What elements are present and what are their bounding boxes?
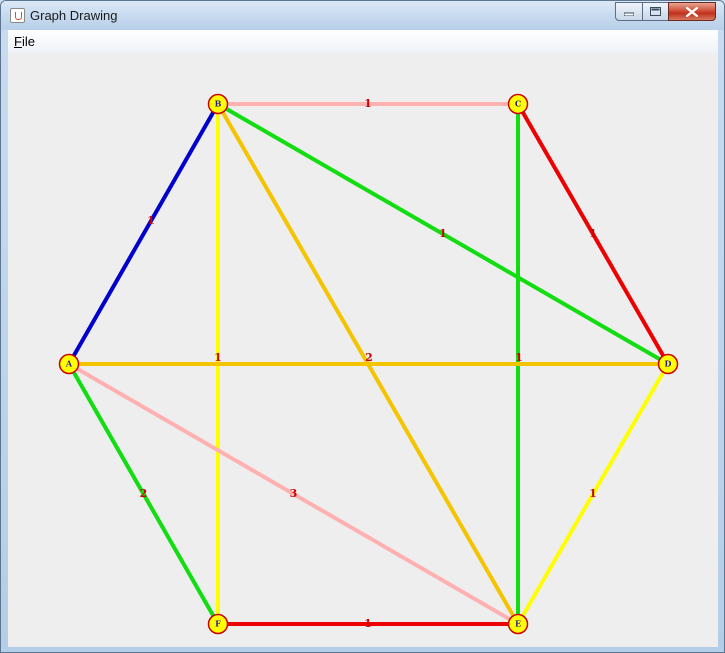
node-f[interactable]: F bbox=[207, 613, 229, 635]
node-a[interactable]: A bbox=[58, 353, 80, 375]
node-label: D bbox=[665, 359, 672, 369]
menu-bar: File bbox=[8, 30, 718, 54]
node-label: E bbox=[515, 619, 521, 629]
app-window: Graph Drawing File 1 1 1 1 2 3 1 1 1 2 1 A B C D E F bbox=[0, 0, 725, 653]
edge-weight-a-e: 3 bbox=[290, 487, 298, 500]
node-label: F bbox=[215, 619, 221, 629]
edge-weight-a-f: 2 bbox=[140, 487, 148, 500]
minimize-icon bbox=[624, 12, 634, 16]
maximize-icon bbox=[650, 7, 661, 16]
menu-file-mnemonic: F bbox=[14, 34, 22, 49]
minimize-button[interactable] bbox=[615, 2, 643, 21]
menu-file[interactable]: File bbox=[14, 34, 35, 49]
graph-svg: 1 1 1 1 2 3 1 1 1 2 1 A B C D E F bbox=[58, 93, 679, 635]
close-icon bbox=[686, 6, 698, 17]
title-bar[interactable]: Graph Drawing bbox=[1, 1, 724, 30]
window-title: Graph Drawing bbox=[30, 8, 118, 23]
node-label: C bbox=[515, 99, 521, 109]
edge-a-b bbox=[67, 103, 220, 365]
node-label: A bbox=[65, 359, 73, 369]
java-cup-icon bbox=[10, 8, 25, 23]
edge-weight-b-c: 1 bbox=[364, 97, 372, 110]
menu-file-label-rest: ile bbox=[21, 34, 35, 49]
close-button[interactable] bbox=[668, 2, 716, 21]
graph-canvas: 1 1 1 1 2 3 1 1 1 2 1 A B C D E F bbox=[8, 53, 718, 647]
edge-weight-c-d: 1 bbox=[589, 227, 597, 240]
edge-weight-center-2: 2 bbox=[365, 351, 373, 364]
edge-weight-f-e: 1 bbox=[364, 617, 372, 630]
edge-weight-center-3: 1 bbox=[515, 351, 523, 364]
edge-weight-center-1: 1 bbox=[214, 351, 222, 364]
edge-layer bbox=[67, 102, 670, 626]
maximize-button[interactable] bbox=[642, 2, 669, 21]
edge-weight-a-b: 1 bbox=[147, 214, 155, 227]
edge-weight-b-d: 1 bbox=[439, 227, 447, 240]
node-e[interactable]: E bbox=[507, 613, 529, 635]
node-b[interactable]: B bbox=[207, 93, 229, 115]
node-label: B bbox=[215, 99, 222, 109]
node-d[interactable]: D bbox=[657, 353, 679, 375]
node-c[interactable]: C bbox=[507, 93, 529, 115]
edge-weight-d-e: 1 bbox=[589, 487, 597, 500]
